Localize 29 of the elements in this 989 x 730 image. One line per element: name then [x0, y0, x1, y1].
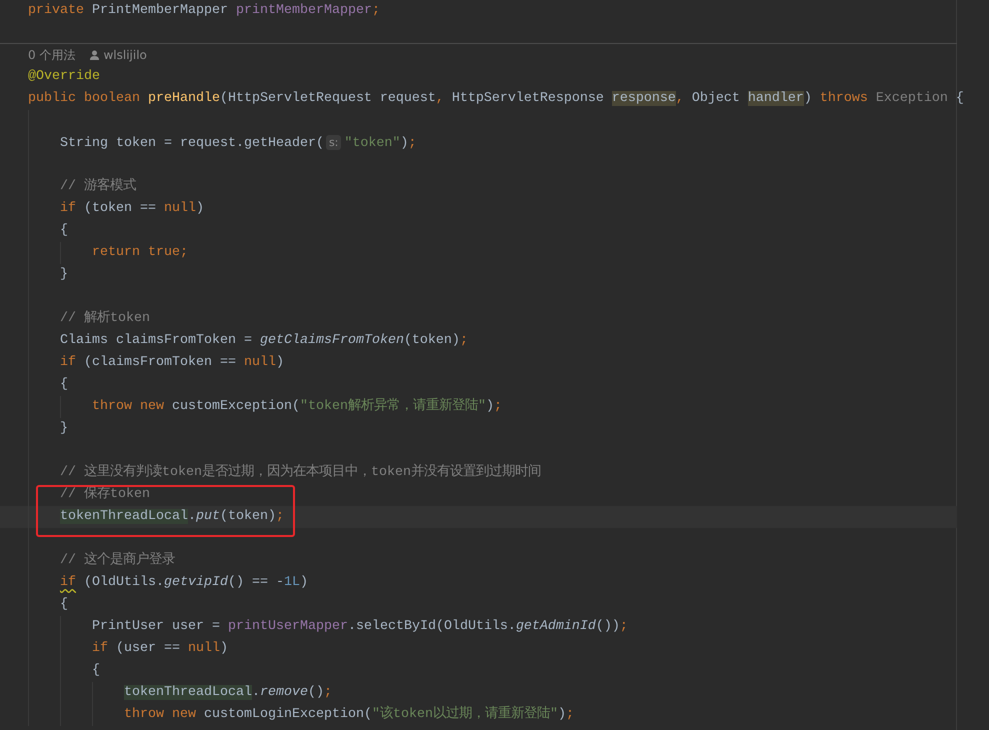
code-line: public boolean preHandle(HttpServletRequest request, HttpServletResponse response, Object handler) throws Exception { — [28, 90, 964, 108]
code-line: { — [60, 596, 68, 614]
code-line: return true; — [92, 244, 188, 262]
code-line: if (user == null) — [92, 640, 228, 658]
code-line: PrintUser user = printUserMapper.selectById(OldUtils.getAdminId()); — [92, 618, 628, 636]
person-icon — [90, 50, 100, 60]
code-line: if (token == null) — [60, 200, 204, 218]
usage-count[interactable]: 0 个用法 — [28, 47, 76, 63]
code-line: { — [60, 222, 68, 240]
code-line: Claims claimsFromToken = getClaimsFromToken(token); — [60, 332, 468, 350]
code-line: // 这里没有判读token是否过期，因为在本项目中，token并没有设置到过期时间 — [60, 462, 541, 482]
code-line: if (claimsFromToken == null) — [60, 354, 284, 372]
code-line: if (OldUtils.getvipId() == -1L) — [60, 574, 308, 592]
code-line: // 这个是商户登录 — [60, 550, 175, 570]
code-line: // 解析token — [60, 309, 150, 328]
code-line: private PrintMemberMapper printMemberMapper; — [28, 2, 380, 20]
code-line: tokenThreadLocal.put(token); — [60, 508, 284, 526]
code-line: tokenThreadLocal.remove(); — [124, 684, 332, 702]
code-line: // 保存token — [60, 486, 150, 504]
code-line: { — [60, 376, 68, 394]
author-name[interactable]: wlslijilo — [103, 47, 147, 63]
code-line: { — [92, 662, 100, 680]
code-line: throw new customException("token解析异常，请重新登陆"); — [92, 396, 502, 416]
code-line: } — [60, 420, 68, 438]
code-line: throw new customLoginException("该token以过期，请重新登陆"); — [124, 704, 574, 724]
code-line: } — [60, 266, 68, 284]
code-line: // 游客模式 — [60, 176, 136, 196]
code-line: @Override — [28, 68, 100, 86]
code-line: String token = request.getHeader( s: "token"); — [60, 134, 416, 153]
